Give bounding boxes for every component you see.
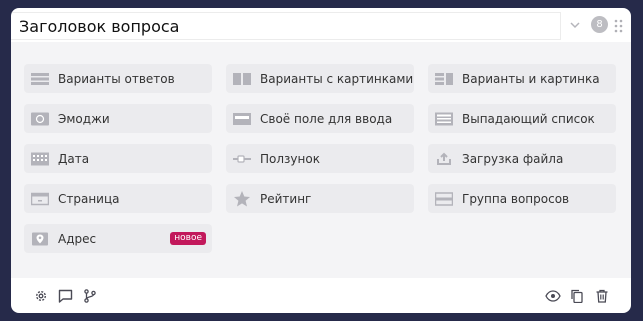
comment-icon[interactable] [57, 288, 73, 304]
type-tile-image-choices[interactable]: Варианты с картинками [226, 64, 414, 93]
drag-handle-icon[interactable] [614, 18, 624, 33]
tile-label: Варианты с картинками [260, 71, 414, 86]
type-tile-rating[interactable]: Рейтинг [226, 184, 414, 213]
text-field-icon [233, 110, 251, 128]
type-tile-choices[interactable]: Варианты ответов [24, 64, 212, 93]
type-tile-question-group[interactable]: Группа вопросов [428, 184, 616, 213]
type-tile-file-upload[interactable]: Загрузка файла [428, 144, 616, 173]
star-icon [233, 190, 251, 208]
list-icon [31, 70, 49, 88]
image-choices-icon [233, 70, 251, 88]
type-tile-page[interactable]: Страница [24, 184, 212, 213]
chevron-down-icon[interactable] [568, 18, 582, 32]
tile-label: Варианты и картинка [462, 71, 600, 86]
branch-icon[interactable] [82, 288, 98, 304]
question-header: Заголовок вопроса 8 [11, 8, 631, 42]
location-icon [31, 230, 49, 248]
slider-icon [233, 150, 251, 168]
type-tile-text-field[interactable]: Своё поле для ввода [226, 104, 414, 133]
tile-label: Ползунок [260, 151, 320, 166]
question-card: Заголовок вопроса 8 Варианты ответов Вар… [11, 8, 631, 313]
delete-icon[interactable] [594, 288, 610, 304]
new-badge: новое [170, 232, 206, 245]
visibility-icon[interactable] [545, 288, 561, 304]
tile-label: Своё поле для ввода [260, 111, 393, 126]
question-footer [11, 278, 631, 313]
tile-label: Варианты ответов [58, 71, 175, 86]
dropdown-list-icon [435, 110, 453, 128]
tile-label: Адрес [58, 231, 97, 246]
tile-label: Выпадающий список [462, 111, 595, 126]
upload-icon [435, 150, 453, 168]
emoji-icon [31, 110, 49, 128]
type-tile-emoji[interactable]: Эмоджи [24, 104, 212, 133]
question-number-badge: 8 [591, 16, 608, 33]
type-tile-date[interactable]: Дата [24, 144, 212, 173]
type-tile-address[interactable]: Адрес новое [24, 224, 212, 253]
copy-icon[interactable] [569, 288, 585, 304]
type-tile-choices-and-image[interactable]: Варианты и картинка [428, 64, 616, 93]
question-group-icon [435, 190, 453, 208]
calendar-icon [31, 150, 49, 168]
choices-and-image-icon [435, 70, 453, 88]
type-tile-slider[interactable]: Ползунок [226, 144, 414, 173]
question-type-panel: Варианты ответов Варианты с картинками В… [11, 42, 631, 278]
tile-label: Дата [58, 151, 90, 166]
question-title-input[interactable]: Заголовок вопроса [11, 12, 561, 40]
page-icon [31, 190, 49, 208]
tile-label: Группа вопросов [462, 191, 570, 206]
tile-label: Эмоджи [58, 111, 110, 126]
tile-label: Загрузка файла [462, 151, 564, 166]
tile-label: Рейтинг [260, 191, 312, 206]
type-tile-dropdown[interactable]: Выпадающий список [428, 104, 616, 133]
tile-label: Страница [58, 191, 120, 206]
settings-icon[interactable] [33, 288, 49, 304]
